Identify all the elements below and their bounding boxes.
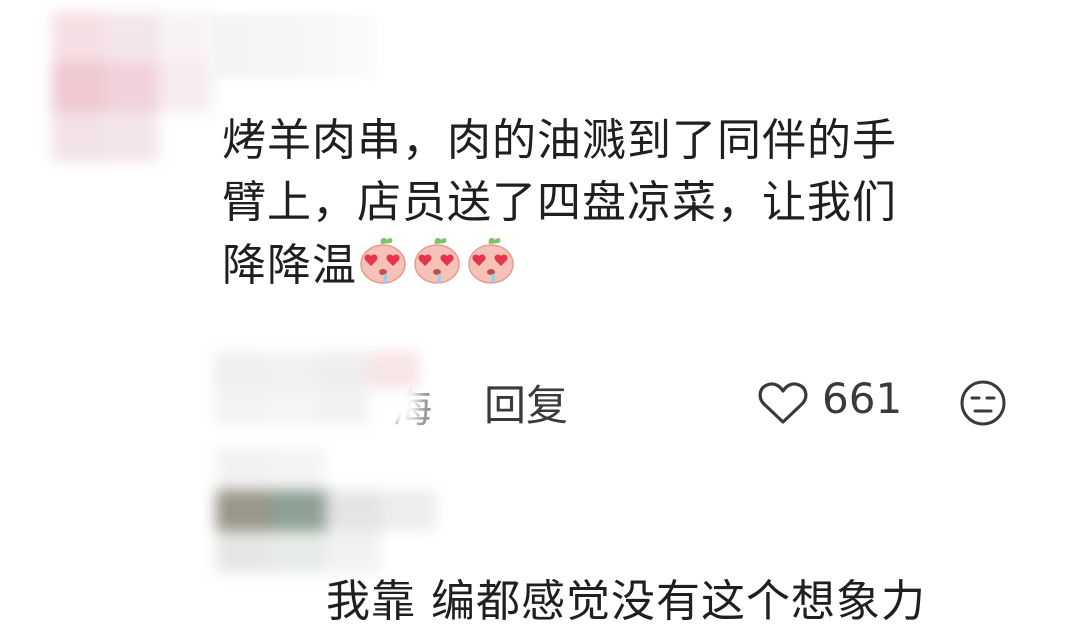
comment-line-2: 臂上，店员送了四盘凉菜，让我们 [222,177,897,228]
comment-body: 烤羊肉串，肉的油溅到了同伴的手 臂上，店员送了四盘凉菜，让我们 降降温 [222,110,1022,297]
peach-heart-eyes-icon [414,237,460,284]
heart-icon[interactable] [757,380,809,426]
reply-body: 我靠 编都感觉没有这个想象力 [326,576,926,627]
comment-line-3: 降降温 [222,234,1022,297]
unhappy-face-icon[interactable] [958,378,1008,428]
peach-heart-eyes-icon [468,237,514,284]
peach-heart-eyes-icon [360,237,406,284]
like-count: 661 [822,374,903,423]
reply-button[interactable]: 回复 [484,372,568,433]
reply-avatar-blurred[interactable] [216,448,436,573]
commenter-avatar-blurred[interactable] [52,12,212,162]
comment-date-blurred [214,352,419,424]
comment-line-3-text: 降降温 [222,240,357,291]
comment-line-1: 烤羊肉串，肉的油溅到了同伴的手 [222,115,897,166]
commenter-name-blurred[interactable] [212,14,377,78]
